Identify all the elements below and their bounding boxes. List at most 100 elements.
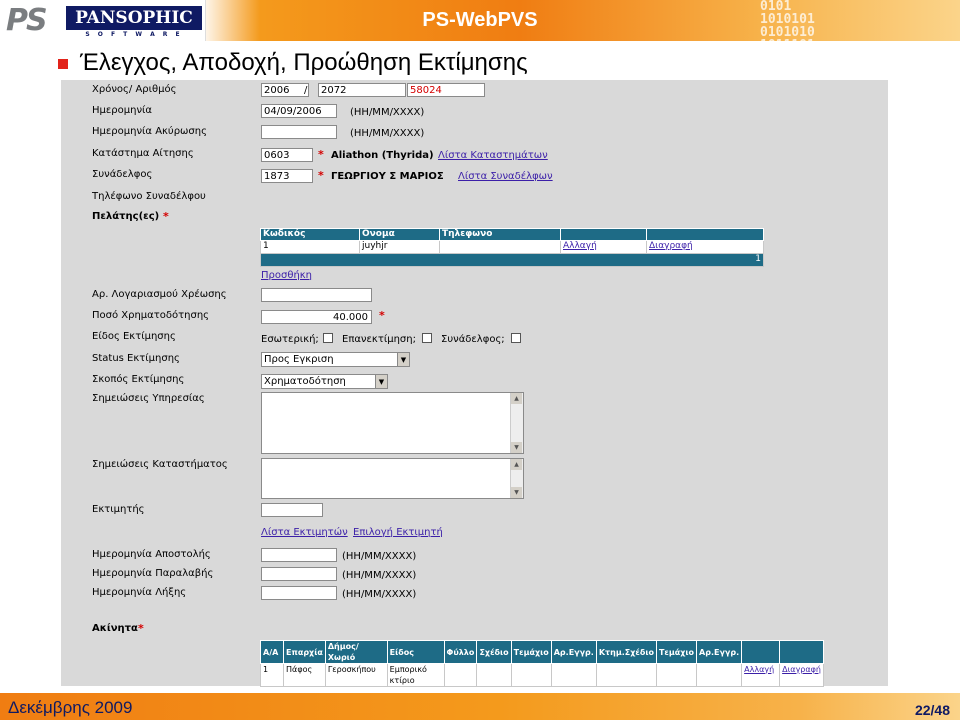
colleague-option-label: Συνάδελφος;	[441, 334, 505, 345]
scrollbar[interactable]: ▲ ▼	[510, 393, 523, 453]
table-cell	[439, 240, 561, 254]
required-marker: *	[138, 622, 144, 635]
clients-count: 1	[260, 253, 764, 267]
send-date-format-hint: (HH/MM/XXXX)	[342, 551, 417, 562]
valuer-list-link[interactable]: Λίστα Εκτιμητών	[261, 526, 348, 539]
table-header-row: Α/Α Επαρχία Δήμος/ Χωριό Είδος Φύλλο Σχέ…	[259, 640, 824, 664]
expiry-date-label: Ημερομηνία Λήξης	[92, 587, 187, 598]
table-cell: Γεροσκήπου	[324, 663, 388, 687]
scroll-up-icon[interactable]: ▲	[511, 393, 522, 404]
status-label: Status Εκτίμησης	[92, 353, 180, 364]
required-marker: *	[163, 210, 169, 223]
table-cell	[550, 663, 597, 687]
status-select[interactable]: Προς Εγκριση ▼	[261, 352, 410, 367]
store-list-link[interactable]: Λίστα Καταστημάτων	[438, 149, 548, 162]
table-footer-row: 1	[260, 253, 764, 267]
year-number-separator: /	[304, 85, 308, 96]
table-cell: 1	[259, 663, 285, 687]
store-name: Aliathon (Thyrida)	[331, 150, 434, 161]
valuer-label: Εκτιμητής	[92, 504, 145, 515]
page-number: 22/48	[914, 702, 950, 718]
date-input[interactable]: 04/09/2006	[261, 104, 337, 118]
valuer-input[interactable]	[261, 503, 323, 517]
scroll-up-icon[interactable]: ▲	[511, 459, 522, 470]
date-format-hint: (HH/MM/XXXX)	[350, 107, 425, 118]
column-header: Φύλλο	[443, 640, 478, 664]
column-header: Επαρχία	[283, 640, 326, 664]
edit-client-link[interactable]: Αλλαγή	[560, 240, 647, 254]
colleague-label: Συνάδελφος	[92, 169, 153, 180]
receive-date-input[interactable]	[261, 567, 337, 581]
clients-table: Κωδικός Ονομα Τηλεφωνο 1 juyhjr Αλλαγή Δ…	[260, 228, 764, 267]
table-cell	[655, 663, 698, 687]
page-title: Έλεγχος, Αποδοχή, Προώθηση Εκτίμησης	[80, 49, 528, 76]
colleague-checkbox[interactable]	[511, 333, 521, 343]
store-label: Κατάστημα Αίτησης	[92, 148, 194, 159]
cancel-date-label: Ημερομηνία Ακύρωσης	[92, 126, 207, 137]
logo-subtitle: S O F T W A R E	[85, 31, 183, 38]
chevron-down-icon[interactable]: ▼	[375, 375, 387, 388]
internal-checkbox[interactable]	[323, 333, 333, 343]
table-cell: Εμπορικό κτίριο	[386, 663, 445, 687]
purpose-label: Σκοπός Εκτίμησης	[92, 374, 185, 385]
column-header	[741, 640, 781, 664]
table-row: 1 juyhjr Αλλαγή Διαγραφή	[260, 240, 764, 254]
column-header: Α/Α	[259, 640, 285, 664]
required-marker: *	[379, 309, 385, 322]
revaluation-option-label: Επανεκτίμηση;	[342, 334, 416, 345]
colleague-phone-label: Τηλέφωνο Συναδέλφου	[92, 191, 206, 202]
column-header: Τεμάχιο	[510, 640, 552, 664]
column-header: Τηλεφωνο	[439, 228, 561, 241]
edit-property-link[interactable]: Αλλαγή	[741, 663, 781, 687]
revaluation-checkbox[interactable]	[422, 333, 432, 343]
colleague-list-link[interactable]: Λίστα Συναδέλφων	[458, 170, 553, 183]
expiry-date-input[interactable]	[261, 586, 337, 600]
purpose-select[interactable]: Χρηματοδότηση ▼	[261, 374, 388, 389]
title-bullet-icon	[58, 59, 68, 69]
cancel-date-input[interactable]	[261, 125, 337, 139]
clients-label: Πελάτης(ες)	[92, 211, 160, 222]
account-label: Αρ. Λογαριασμού Χρέωσης	[92, 289, 227, 300]
service-notes-label: Σημειώσεις Υπηρεσίας	[92, 393, 205, 404]
code-input[interactable]: 58024	[407, 83, 485, 97]
purpose-selected-value: Χρηματοδότηση	[264, 376, 346, 387]
date-label: Ημερομηνία	[92, 105, 153, 116]
delete-client-link[interactable]: Διαγραφή	[646, 240, 764, 254]
required-marker: *	[318, 169, 324, 182]
column-header: Δήμος/ Χωριό	[324, 640, 388, 664]
column-header: Ονομα	[359, 228, 440, 241]
account-input[interactable]	[261, 288, 372, 302]
footer-date: Δεκέμβρης 2009	[8, 698, 133, 717]
column-header	[560, 228, 647, 241]
scrollbar[interactable]: ▲ ▼	[510, 459, 523, 498]
cancel-date-format-hint: (HH/MM/XXXX)	[350, 128, 425, 139]
scroll-down-icon[interactable]: ▼	[511, 442, 522, 453]
column-header: Αρ.Εγγρ.	[696, 640, 743, 664]
delete-property-link[interactable]: Διαγραφή	[779, 663, 824, 687]
add-client-link[interactable]: Προσθήκη	[261, 269, 312, 282]
scroll-down-icon[interactable]: ▼	[511, 487, 522, 498]
column-header: Είδος	[386, 640, 445, 664]
table-cell: 1	[260, 240, 360, 254]
store-code-input[interactable]: 0603	[261, 148, 313, 162]
select-valuer-link[interactable]: Επιλογή Εκτιμητή	[353, 526, 443, 539]
table-cell	[443, 663, 478, 687]
service-notes-textarea[interactable]: ▲ ▼	[261, 392, 524, 454]
year-input[interactable]: 2006	[261, 83, 309, 97]
receive-date-label: Ημερομηνία Παραλαβής	[92, 568, 214, 579]
table-cell: juyhjr	[359, 240, 440, 254]
table-header-row: Κωδικός Ονομα Τηλεφωνο	[260, 228, 764, 241]
chevron-down-icon[interactable]: ▼	[397, 353, 409, 366]
colleague-code-input[interactable]: 1873	[261, 169, 313, 183]
store-notes-textarea[interactable]: ▲ ▼	[261, 458, 524, 499]
properties-label: Ακίνητα	[92, 623, 138, 634]
send-date-input[interactable]	[261, 548, 337, 562]
table-cell	[595, 663, 657, 687]
number-input[interactable]: 2072	[318, 83, 406, 97]
required-marker: *	[318, 148, 324, 161]
amount-input[interactable]: 40.000	[261, 310, 372, 324]
column-header: Κτημ.Σχέδιο	[595, 640, 657, 664]
status-selected-value: Προς Εγκριση	[264, 354, 334, 365]
column-header: Σχέδιο	[476, 640, 512, 664]
table-cell: Πάφος	[283, 663, 326, 687]
